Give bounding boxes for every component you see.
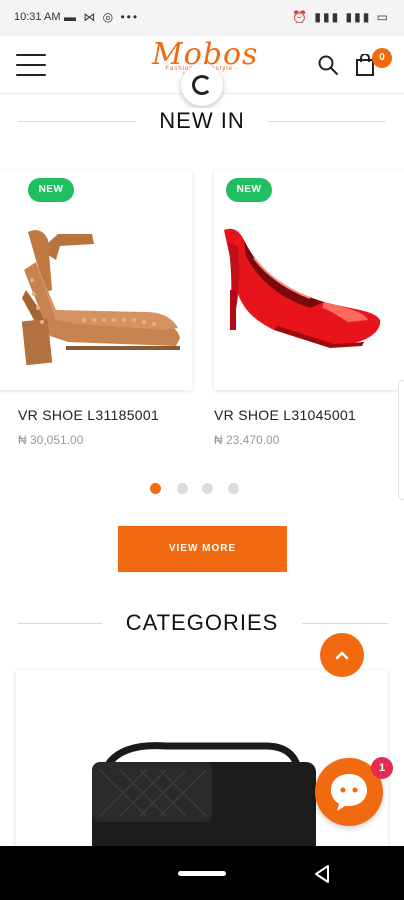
new-badge: NEW [226,178,272,202]
spinner-icon [192,75,212,95]
cart-count-badge: 0 [372,48,392,68]
scroll-edge [398,380,404,500]
menu-icon[interactable] [16,54,46,76]
product-price: ₦ 30,051.00 [18,433,84,447]
product-name[interactable]: VR SHOE L31045001 [214,407,356,423]
view-more-button[interactable]: VIEW MORE [118,526,287,572]
product-price: ₦ 23,470.00 [214,433,280,447]
product-name[interactable]: VR SHOE L31185001 [18,407,159,423]
product-image-red-pump [224,228,381,348]
product-image-sandal [21,230,180,366]
system-nav-bar [0,846,404,900]
product-card[interactable]: NEW [0,170,192,390]
new-badge: NEW [28,178,74,202]
pagination-dot[interactable] [228,483,239,494]
new-in-title: NEW IN [145,108,259,133]
status-bar: 10:31 AM ▬ ⋈ ◎ ••• ⏰ ▮▮▮ ▮▮▮ ▭ [0,0,404,36]
loading-spinner [181,64,223,106]
chevron-up-icon [335,651,349,660]
pagination-dot-active[interactable] [150,483,161,494]
divider [18,623,102,624]
status-time: 10:31 AM [14,11,61,23]
chat-unread-badge: 1 [371,757,393,779]
pagination-dot[interactable] [202,483,213,494]
scroll-to-top-button[interactable] [320,633,364,677]
categories-title: CATEGORIES [111,610,293,635]
divider [18,121,136,122]
back-icon[interactable] [312,864,332,884]
notification-icons: ▬ ⋈ ◎ ••• [64,10,140,24]
divider [302,623,388,624]
pagination-dot[interactable] [177,483,188,494]
search-icon[interactable] [318,55,338,75]
new-in-heading: NEW IN [0,108,404,134]
home-gesture-pill[interactable] [178,871,226,876]
divider [268,121,386,122]
system-icons: ⏰ ▮▮▮ ▮▮▮ ▭ [292,10,390,24]
product-card[interactable]: NEW [214,170,404,390]
